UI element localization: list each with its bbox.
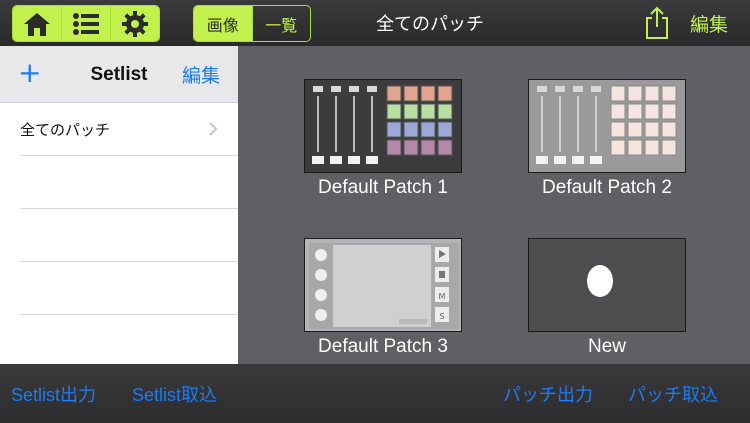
- patch-name: New: [587, 336, 626, 357]
- patch-name: Default Patch 3: [318, 336, 448, 357]
- share-icon: [646, 6, 668, 39]
- add-setlist-button[interactable]: +: [18, 58, 41, 88]
- mode-segmented-control: [12, 5, 160, 42]
- patch-tile-1[interactable]: Default Patch 1: [304, 79, 464, 199]
- patch-name: Default Patch 2: [542, 177, 672, 198]
- patch-tile-2[interactable]: Default Patch 2: [528, 79, 688, 199]
- top-toolbar: 画像 一覧 全てのパッチ 編集: [0, 0, 750, 46]
- chevron-right-icon: [208, 103, 218, 155]
- sidebar-item-all-patches[interactable]: 全てのパッチ: [20, 103, 238, 156]
- list-item: [20, 262, 238, 315]
- view-image-tab[interactable]: 画像: [194, 6, 253, 41]
- sidebar-item-label: 全てのパッチ: [20, 120, 111, 139]
- home-button[interactable]: [13, 6, 62, 41]
- svg-text:S: S: [439, 312, 444, 321]
- patch-grid: Default Patch 1 Default Patch 2 M S Defa…: [238, 46, 750, 364]
- bottom-toolbar: Setlist出力 Setlist取込 パッチ出力 パッチ取込: [0, 364, 750, 423]
- patch-tile-3[interactable]: M S Default Patch 3: [304, 238, 464, 358]
- sidebar-header: Setlist + 編集: [0, 46, 238, 103]
- patch-thumbnail: M S: [304, 238, 462, 332]
- patch-thumbnail: [528, 79, 686, 173]
- patch-thumbnail: [304, 79, 462, 173]
- svg-text:M: M: [439, 292, 446, 301]
- new-patch-tile[interactable]: New: [528, 238, 688, 358]
- view-segmented-control: 画像 一覧: [193, 5, 311, 42]
- page-title: 全てのパッチ: [376, 14, 484, 35]
- list-button[interactable]: [62, 6, 111, 41]
- share-button[interactable]: [643, 5, 671, 41]
- setlist-import-button[interactable]: Setlist取込: [132, 364, 217, 423]
- patch-export-button[interactable]: パッチ出力: [503, 364, 593, 423]
- sidebar-edit-button[interactable]: 編集: [182, 46, 220, 103]
- setlist-sidebar: Setlist + 編集 全てのパッチ: [0, 46, 238, 364]
- settings-button[interactable]: [111, 6, 159, 41]
- view-list-tab[interactable]: 一覧: [253, 6, 311, 41]
- home-icon: [24, 12, 50, 36]
- patch-name: Default Patch 1: [318, 177, 448, 198]
- edit-button[interactable]: 編集: [690, 0, 746, 46]
- list-item: [20, 156, 238, 209]
- patch-thumbnail: [528, 238, 686, 332]
- patch-import-button[interactable]: パッチ取込: [628, 364, 718, 423]
- setlist-export-button[interactable]: Setlist出力: [11, 364, 96, 423]
- gear-icon: [122, 10, 148, 37]
- list-item: [20, 209, 238, 262]
- list-icon: [73, 12, 99, 35]
